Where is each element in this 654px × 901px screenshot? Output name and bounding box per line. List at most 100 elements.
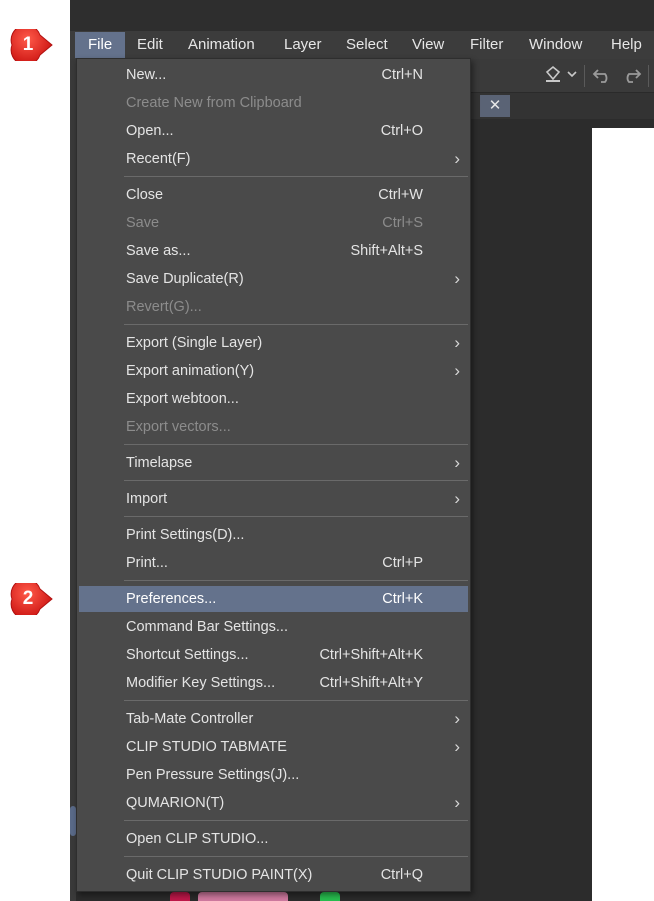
menu-item-label: Close bbox=[126, 187, 164, 203]
canvas-tab-strip: ✕ bbox=[470, 93, 654, 119]
menu-separator bbox=[124, 580, 468, 581]
menu-item-shortcut-settings[interactable]: Shortcut Settings... Ctrl+Shift+Alt+K bbox=[79, 642, 468, 668]
menu-item-modifier-key-settings[interactable]: Modifier Key Settings... Ctrl+Shift+Alt+… bbox=[79, 670, 468, 696]
menu-animation[interactable]: Animation bbox=[175, 32, 268, 58]
menu-item-export-webtoon[interactable]: Export webtoon... bbox=[79, 386, 468, 412]
menu-view[interactable]: View bbox=[399, 32, 457, 58]
step-1-callout: 1 bbox=[10, 29, 54, 61]
menu-item-label: Print Settings(D)... bbox=[126, 527, 245, 543]
menu-item-new[interactable]: New... Ctrl+N bbox=[79, 62, 468, 88]
menu-item-label: Open... bbox=[126, 123, 174, 139]
menu-help[interactable]: Help bbox=[598, 32, 654, 58]
menu-item-print-settings[interactable]: Print Settings(D)... bbox=[79, 522, 468, 548]
menu-separator bbox=[124, 444, 468, 445]
step-2-callout: 2 bbox=[10, 583, 54, 615]
close-tab-button[interactable]: ✕ bbox=[480, 95, 510, 117]
menu-item-clip-studio-tabmate[interactable]: CLIP STUDIO TABMATE › bbox=[79, 734, 468, 760]
canvas-area bbox=[470, 119, 654, 901]
command-bar bbox=[470, 59, 654, 93]
menu-item-shortcut: Shift+Alt+S bbox=[350, 243, 423, 259]
menu-item-label: Tab-Mate Controller bbox=[126, 711, 254, 727]
menu-item-label: CLIP STUDIO TABMATE bbox=[126, 739, 287, 755]
menu-item-command-bar-settings[interactable]: Command Bar Settings... bbox=[79, 614, 468, 640]
menu-separator bbox=[124, 856, 468, 857]
menu-item-label: Import bbox=[126, 491, 168, 507]
menu-separator bbox=[124, 516, 468, 517]
menu-item-label: Export webtoon... bbox=[126, 391, 239, 407]
color-swatch-pink bbox=[198, 892, 288, 901]
menu-item-save-duplicate[interactable]: Save Duplicate(R) › bbox=[79, 266, 468, 292]
menu-item-shortcut: Ctrl+Q bbox=[380, 867, 423, 883]
menu-item-revert: Revert(G)... bbox=[79, 294, 468, 320]
dropdown-caret-icon[interactable] bbox=[564, 64, 580, 88]
menu-item-tab-mate-controller[interactable]: Tab-Mate Controller › bbox=[79, 706, 468, 732]
menu-item-shortcut: Ctrl+W bbox=[378, 187, 423, 203]
color-wheel-partial bbox=[170, 892, 380, 901]
menu-separator bbox=[124, 176, 468, 177]
submenu-arrow-icon: › bbox=[454, 489, 460, 508]
bucket-icon[interactable] bbox=[542, 64, 564, 88]
canvas-paper[interactable] bbox=[592, 128, 654, 901]
menu-item-label: Export (Single Layer) bbox=[126, 335, 263, 351]
menu-item-label: Export vectors... bbox=[126, 419, 231, 435]
menu-item-shortcut: Ctrl+Shift+Alt+Y bbox=[319, 675, 423, 691]
menu-item-timelapse[interactable]: Timelapse › bbox=[79, 450, 468, 476]
menu-item-export-single-layer[interactable]: Export (Single Layer) › bbox=[79, 330, 468, 356]
menu-item-label: Preferences... bbox=[126, 591, 217, 607]
menu-item-create-new-from-clipboard: Create New from Clipboard bbox=[79, 90, 468, 116]
submenu-arrow-icon: › bbox=[454, 361, 460, 380]
menu-separator bbox=[124, 324, 468, 325]
menu-item-print[interactable]: Print... Ctrl+P bbox=[79, 550, 468, 576]
menu-item-shortcut: Ctrl+S bbox=[382, 215, 423, 231]
menu-item-import[interactable]: Import › bbox=[79, 486, 468, 512]
menu-item-label: Export animation(Y) bbox=[126, 363, 255, 379]
menu-item-label: Pen Pressure Settings(J)... bbox=[126, 767, 300, 783]
menu-item-pen-pressure-settings[interactable]: Pen Pressure Settings(J)... bbox=[79, 762, 468, 788]
menu-item-label: Save bbox=[126, 215, 160, 231]
menu-layer[interactable]: Layer bbox=[271, 32, 335, 58]
menu-item-save: Save Ctrl+S bbox=[79, 210, 468, 236]
menu-item-label: New... bbox=[126, 67, 167, 83]
menu-item-label: Open CLIP STUDIO... bbox=[126, 831, 269, 847]
menu-item-shortcut: Ctrl+O bbox=[380, 123, 423, 139]
menu-item-label: Timelapse bbox=[126, 455, 193, 471]
menu-item-qumarion[interactable]: QUMARION(T) › bbox=[79, 790, 468, 816]
menu-item-recent[interactable]: Recent(F) › bbox=[79, 146, 468, 172]
menu-item-open[interactable]: Open... Ctrl+O bbox=[79, 118, 468, 144]
menu-item-open-clip-studio[interactable]: Open CLIP STUDIO... bbox=[79, 826, 468, 852]
menu-file[interactable]: File bbox=[75, 32, 126, 58]
menu-filter[interactable]: Filter bbox=[457, 32, 516, 58]
menu-window[interactable]: Window bbox=[516, 32, 595, 58]
redo-icon[interactable] bbox=[618, 64, 644, 88]
submenu-arrow-icon: › bbox=[454, 149, 460, 168]
menu-separator bbox=[124, 820, 468, 821]
menu-item-label: Save as... bbox=[126, 243, 191, 259]
menu-item-label: Save Duplicate(R) bbox=[126, 271, 244, 287]
file-menu-dropdown: New... Ctrl+N Create New from Clipboard … bbox=[76, 58, 471, 892]
menu-item-label: Revert(G)... bbox=[126, 299, 202, 315]
menu-item-export-animation[interactable]: Export animation(Y) › bbox=[79, 358, 468, 384]
menu-item-preferences[interactable]: Preferences... Ctrl+K bbox=[79, 586, 468, 612]
menu-item-save-as[interactable]: Save as... Shift+Alt+S bbox=[79, 238, 468, 264]
color-swatch-green bbox=[320, 892, 340, 901]
menu-item-shortcut: Ctrl+N bbox=[381, 67, 424, 83]
menu-item-shortcut: Ctrl+P bbox=[382, 555, 423, 571]
submenu-arrow-icon: › bbox=[454, 793, 460, 812]
submenu-arrow-icon: › bbox=[454, 453, 460, 472]
menu-select[interactable]: Select bbox=[333, 32, 401, 58]
menu-item-label: Print... bbox=[126, 555, 168, 571]
submenu-arrow-icon: › bbox=[454, 737, 460, 756]
menu-item-close[interactable]: Close Ctrl+W bbox=[79, 182, 468, 208]
menu-item-shortcut: Ctrl+K bbox=[382, 591, 423, 607]
menu-item-label: Create New from Clipboard bbox=[126, 95, 302, 111]
menu-item-label: Modifier Key Settings... bbox=[126, 675, 276, 691]
color-swatch-red bbox=[170, 892, 190, 901]
step-number: 2 bbox=[22, 588, 34, 609]
submenu-arrow-icon: › bbox=[454, 709, 460, 728]
menu-separator bbox=[124, 480, 468, 481]
undo-icon[interactable] bbox=[590, 64, 616, 88]
menu-edit[interactable]: Edit bbox=[124, 32, 176, 58]
menu-item-quit[interactable]: Quit CLIP STUDIO PAINT(X) Ctrl+Q bbox=[79, 862, 468, 888]
step-number: 1 bbox=[22, 34, 34, 55]
toolbar-separator bbox=[584, 65, 585, 87]
